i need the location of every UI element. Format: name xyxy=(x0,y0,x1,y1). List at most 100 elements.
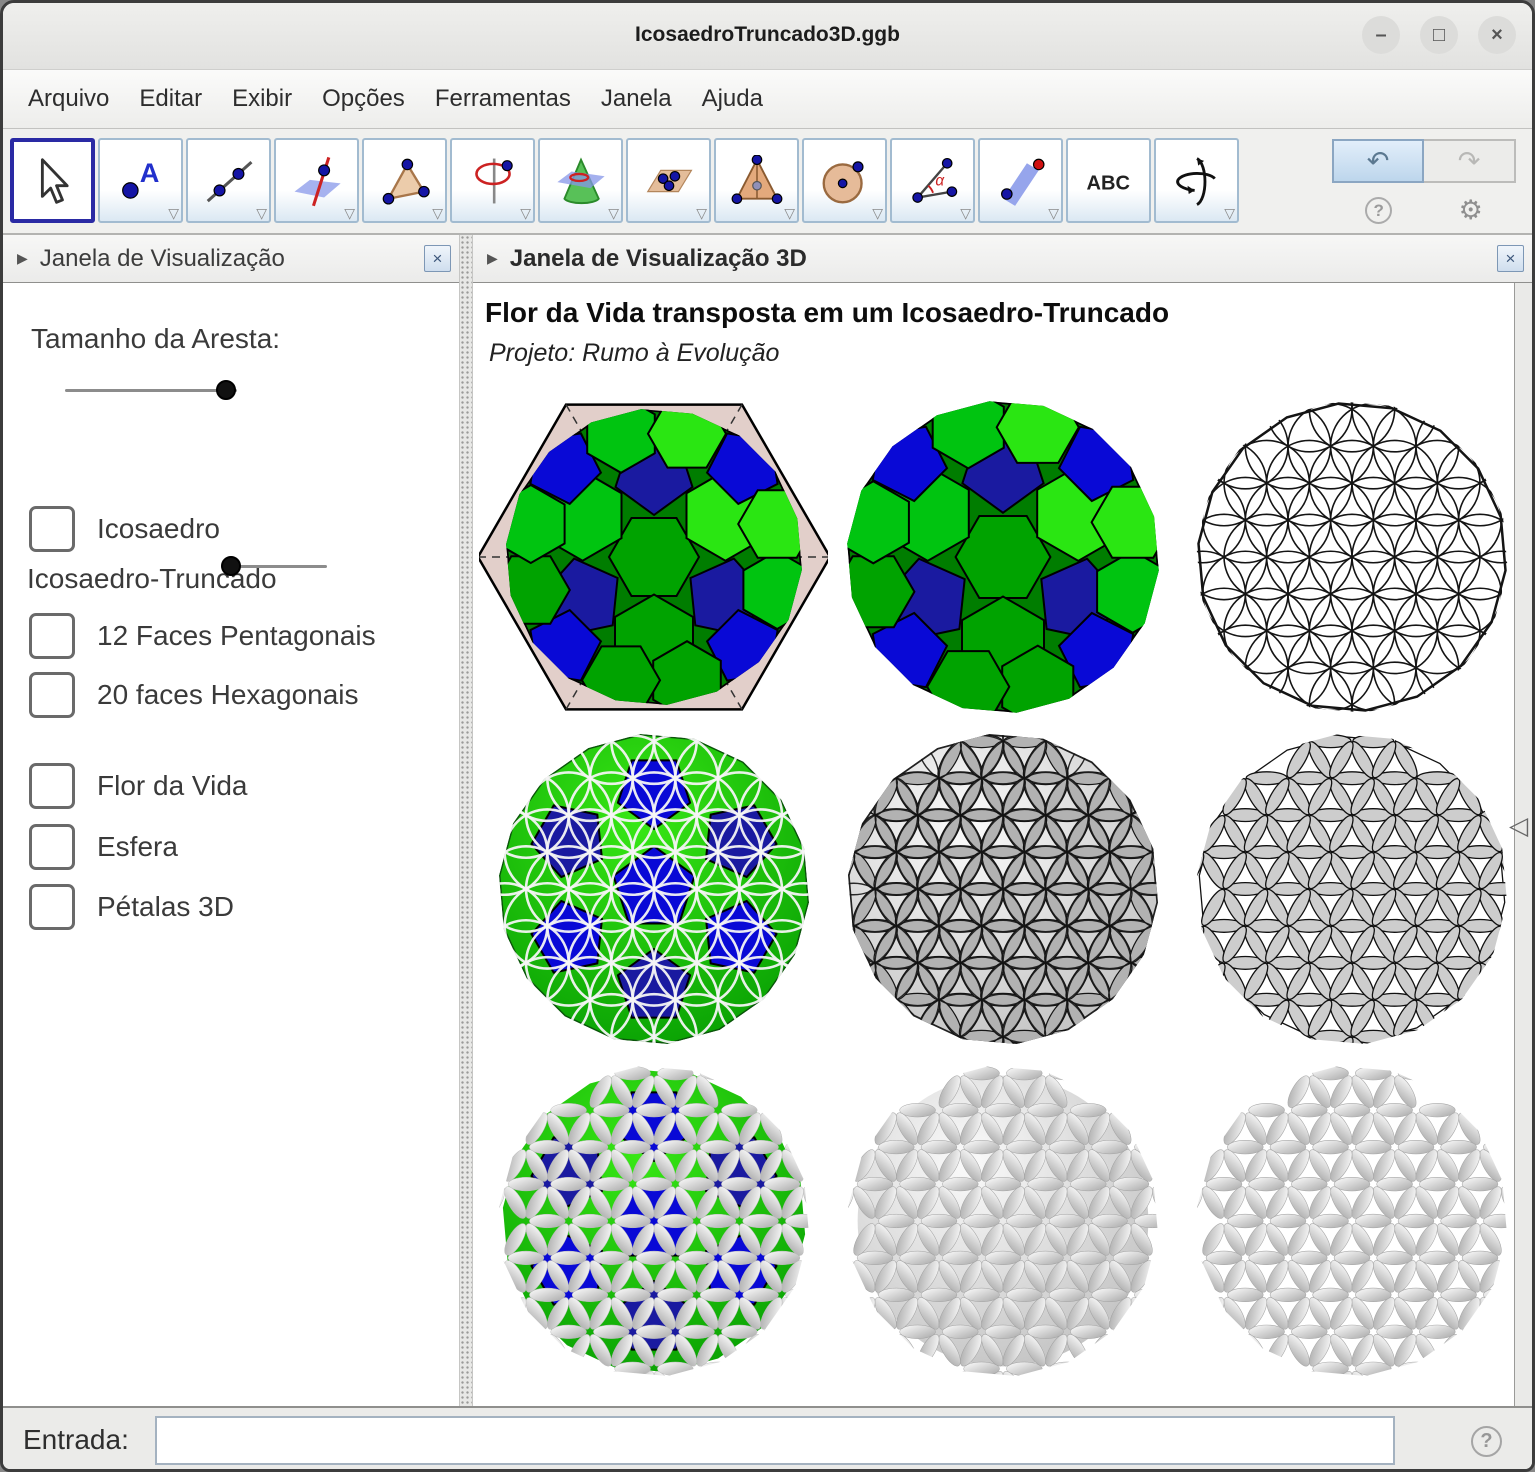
faces-hexagonais-label: 20 faces Hexagonais xyxy=(97,679,359,711)
sphere-icon xyxy=(819,155,871,207)
dropdown-icon[interactable]: ▽ xyxy=(520,205,531,222)
dropdown-icon[interactable]: ▽ xyxy=(344,205,355,222)
faces-pentagonais-checkbox[interactable] xyxy=(29,613,75,659)
dropdown-icon[interactable]: ▽ xyxy=(168,205,179,222)
figure-flor-da-vida-petalas xyxy=(1177,723,1526,1055)
tool-polygon-button[interactable]: ▽ xyxy=(362,138,447,223)
text-abc-icon: ABC xyxy=(1083,155,1135,207)
tool-rotate-view-button[interactable]: ▽ xyxy=(1154,138,1239,223)
panel-menu-arrow-icon[interactable]: ▶ xyxy=(17,250,28,267)
tool-text-button[interactable]: ABC xyxy=(1066,138,1151,223)
dropdown-icon[interactable]: ▽ xyxy=(872,205,883,222)
input-help-button[interactable]: ? xyxy=(1471,1426,1502,1457)
redo-icon: ↷ xyxy=(1458,146,1481,177)
dropdown-icon[interactable]: ▽ xyxy=(432,205,443,222)
faces-hexagonais-checkbox[interactable] xyxy=(29,672,75,718)
tool-pyramid-button[interactable]: ▽ xyxy=(714,138,799,223)
menu-exibir[interactable]: Exibir xyxy=(217,75,307,123)
menu-bar: Arquivo Editar Exibir Opções Ferramentas… xyxy=(3,69,1532,129)
esfera-slider-knob[interactable] xyxy=(221,556,241,576)
sphere-gallery xyxy=(479,391,1526,1387)
visualization-panel-header[interactable]: ▶ Janela de Visualização × xyxy=(3,235,459,283)
tool-rotate-around-line-button[interactable]: ▽ xyxy=(450,138,535,223)
settings-gear-button[interactable]: ⚙ xyxy=(1459,197,1483,224)
figure-petalas-3d-vazada xyxy=(1177,1055,1526,1387)
title-bar: IcosaedroTruncado3D.ggb – □ × xyxy=(3,3,1532,69)
icosaedro-checkbox[interactable] xyxy=(29,506,75,552)
panel-splitter[interactable] xyxy=(459,235,473,1406)
toolbar-help-button[interactable]: ? xyxy=(1365,197,1392,224)
flor-da-vida-checkbox[interactable] xyxy=(29,763,75,809)
dropdown-icon[interactable]: ▽ xyxy=(1048,205,1059,222)
edge-size-label: Tamanho da Aresta: xyxy=(31,323,280,355)
geogebra-window: IcosaedroTruncado3D.ggb – □ × Arquivo Ed… xyxy=(0,0,1535,1472)
visualization-3d-panel-title: Janela de Visualização 3D xyxy=(510,245,807,273)
minimize-button[interactable]: – xyxy=(1362,16,1400,54)
dropdown-icon[interactable]: ▽ xyxy=(256,205,267,222)
figure-flor-da-vida-wireframe xyxy=(1177,391,1526,723)
tool-intersect-plane-line-button[interactable]: ▽ xyxy=(274,138,359,223)
panel-menu-arrow-icon[interactable]: ▶ xyxy=(487,250,498,267)
checkbox-row-esfera: Esfera xyxy=(29,824,178,870)
edge-size-slider-knob[interactable] xyxy=(216,380,236,400)
input-bar: Entrada: ? xyxy=(3,1406,1532,1472)
tool-line-button[interactable]: ▽ xyxy=(186,138,271,223)
cone-plane-intersect-icon xyxy=(555,155,607,207)
figure-petalas-3d-cinza xyxy=(828,1055,1177,1387)
menu-editar[interactable]: Editar xyxy=(124,75,217,123)
checkbox-row-petalas-3d: Pétalas 3D xyxy=(29,884,234,930)
tool-intersect-surfaces-button[interactable]: ▽ xyxy=(538,138,623,223)
dropdown-icon[interactable]: ▽ xyxy=(608,205,619,222)
panel-collapse-strip[interactable]: ◁ xyxy=(1514,283,1532,1406)
3d-viewport[interactable]: Flor da Vida transposta em um Icosaedro-… xyxy=(473,283,1532,1406)
icosaedro-label: Icosaedro xyxy=(97,513,220,545)
dropdown-icon[interactable]: ▽ xyxy=(784,205,795,222)
visualization-3d-panel-close-button[interactable]: × xyxy=(1497,245,1524,272)
move-cursor-icon xyxy=(27,155,79,207)
tool-angle-button[interactable]: α ▽ xyxy=(890,138,975,223)
edge-size-slider[interactable] xyxy=(65,389,237,392)
scene-subtitle: Projeto: Rumo à Evolução xyxy=(489,339,779,368)
line-icon xyxy=(203,155,255,207)
menu-opcoes[interactable]: Opções xyxy=(307,75,420,123)
figure-icosaedro-com-truncado xyxy=(479,391,828,723)
visualization-panel: ▶ Janela de Visualização × Tamanho da Ar… xyxy=(3,235,459,1406)
tool-plane-button[interactable]: ▽ xyxy=(978,138,1063,223)
dropdown-icon[interactable]: ▽ xyxy=(960,205,971,222)
faces-pentagonais-label: 12 Faces Pentagonais xyxy=(97,620,376,652)
close-button[interactable]: × xyxy=(1478,16,1516,54)
checkbox-row-faces-pentagonais: 12 Faces Pentagonais xyxy=(29,613,376,659)
petalas-3d-checkbox[interactable] xyxy=(29,884,75,930)
tool-sphere-button[interactable]: ▽ xyxy=(802,138,887,223)
visualization-panel-close-button[interactable]: × xyxy=(424,245,451,272)
dropdown-icon[interactable]: ▽ xyxy=(1224,205,1235,222)
dropdown-icon[interactable]: ▽ xyxy=(696,205,707,222)
esfera-checkbox[interactable] xyxy=(29,824,75,870)
visualization-3d-panel-header[interactable]: ▶ Janela de Visualização 3D × xyxy=(473,235,1532,283)
tool-plane-points-button[interactable]: ▽ xyxy=(626,138,711,223)
minimize-icon: – xyxy=(1375,24,1386,47)
figure-flor-da-vida-cinza xyxy=(828,723,1177,1055)
point-icon: A xyxy=(115,155,167,207)
visualization-3d-panel: ▶ Janela de Visualização 3D × Flor da Vi… xyxy=(473,235,1532,1406)
menu-ajuda[interactable]: Ajuda xyxy=(687,75,778,123)
pyramid-icon xyxy=(731,155,783,207)
figure-flor-da-vida-colorida xyxy=(479,723,828,1055)
maximize-button[interactable]: □ xyxy=(1420,16,1458,54)
collapse-left-icon[interactable]: ◁ xyxy=(1509,811,1528,841)
window-title: IcosaedroTruncado3D.ggb xyxy=(3,23,1532,47)
redo-button[interactable]: ↷ xyxy=(1424,139,1516,183)
menu-arquivo[interactable]: Arquivo xyxy=(13,75,124,123)
scene-title: Flor da Vida transposta em um Icosaedro-… xyxy=(485,297,1169,329)
svg-text:A: A xyxy=(139,157,159,188)
tool-move-button[interactable] xyxy=(10,138,95,223)
undo-button[interactable]: ↶ xyxy=(1332,139,1424,183)
checkbox-row-icosaedro: Icosaedro xyxy=(29,506,220,552)
esfera-label: Esfera xyxy=(97,831,178,863)
menu-ferramentas[interactable]: Ferramentas xyxy=(420,75,586,123)
menu-janela[interactable]: Janela xyxy=(586,75,687,123)
esfera-slider[interactable] xyxy=(221,565,327,568)
entrada-input[interactable] xyxy=(155,1416,1395,1465)
rotate-3d-view-icon xyxy=(1171,155,1223,207)
tool-point-button[interactable]: A ▽ xyxy=(98,138,183,223)
